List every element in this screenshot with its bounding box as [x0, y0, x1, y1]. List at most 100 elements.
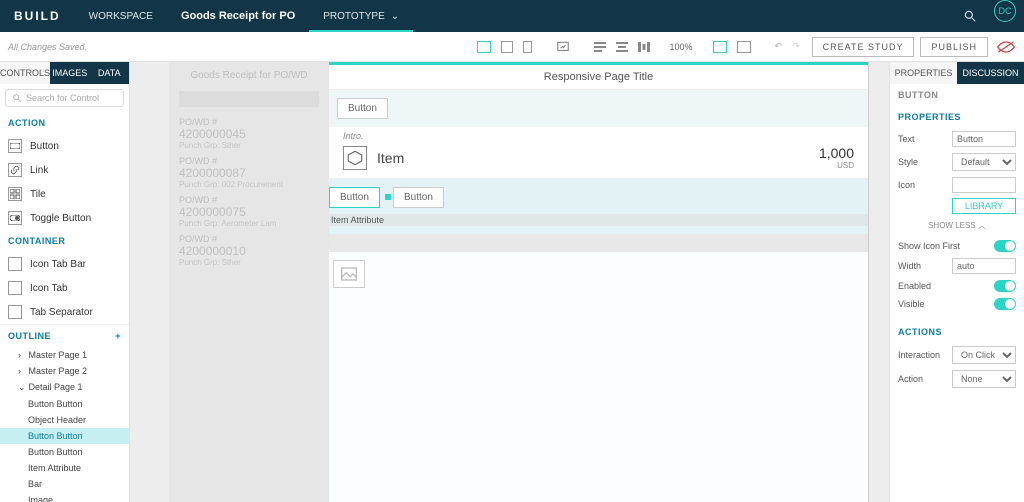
left-tabs: CONTROLS IMAGES DATA	[0, 62, 129, 84]
header-button[interactable]: Button	[337, 98, 388, 119]
expand-icon[interactable]: ⌄	[18, 382, 26, 393]
library-button[interactable]: LIBRARY	[952, 198, 1016, 214]
expand-icon[interactable]: ›	[18, 350, 26, 360]
chevron-down-icon: ⌄	[391, 11, 399, 22]
control-toggle[interactable]: Toggle Button	[0, 206, 129, 230]
expand-icon[interactable]: ›	[18, 366, 26, 376]
align-dist-icon[interactable]	[638, 42, 650, 52]
visible-toggle[interactable]	[994, 298, 1016, 310]
prop-label: Action	[898, 374, 946, 384]
control-icontab[interactable]: Icon Tab	[0, 276, 129, 300]
object-value: 1,000	[819, 145, 854, 161]
zoom-level[interactable]: 100%	[670, 42, 693, 52]
prop-label: Text	[898, 134, 946, 144]
object-header[interactable]: Item 1,000 USD	[329, 127, 868, 179]
button-2[interactable]: Button	[393, 187, 444, 208]
bar-control[interactable]	[329, 234, 868, 252]
tab-data[interactable]: DATA	[90, 62, 130, 84]
showicon-toggle[interactable]	[994, 240, 1016, 252]
project-title: Goods Receipt for PO	[167, 0, 309, 32]
tab-properties[interactable]: PROPERTIES	[890, 62, 957, 84]
control-tile[interactable]: Tile	[0, 182, 129, 206]
preview-icon[interactable]	[996, 40, 1016, 54]
tab-controls[interactable]: CONTROLS	[0, 62, 50, 84]
control-label: Toggle Button	[30, 213, 91, 224]
enabled-toggle[interactable]	[994, 280, 1016, 292]
item-attribute[interactable]: Item Attribute	[329, 214, 868, 226]
workspace-tab[interactable]: WORKSPACE	[75, 0, 167, 32]
control-icontabbar[interactable]: Icon Tab Bar	[0, 252, 129, 276]
master-page-ghost: Goods Receipt for PO/WD PO/WD #420000004…	[169, 62, 329, 502]
redo-icon[interactable]: ↷	[792, 41, 800, 52]
outline-node[interactable]: ⌄ Detail Page 1	[0, 379, 129, 396]
action-select[interactable]: None	[952, 370, 1016, 388]
right-tabs: PROPERTIES DISCUSSION	[890, 62, 1024, 84]
detail-page: Responsive Page Title Button Intro. Item…	[329, 62, 868, 502]
publish-button[interactable]: PUBLISH	[920, 37, 988, 57]
app-logo[interactable]: BUILD	[0, 0, 75, 32]
outline-node[interactable]: Button Button	[0, 428, 129, 444]
canvas[interactable]: Goods Receipt for PO/WD PO/WD #420000004…	[130, 62, 889, 502]
outline-node[interactable]: Object Header	[0, 412, 129, 428]
edit-group	[556, 40, 570, 54]
section-action: ACTION	[0, 112, 129, 134]
prototype-tab[interactable]: PROTOTYPE ⌄	[309, 0, 413, 32]
control-link[interactable]: Link	[0, 158, 129, 182]
prop-label: Enabled	[898, 281, 988, 291]
sub-toolbar: Button	[329, 90, 868, 127]
outline-node[interactable]: Image	[0, 492, 129, 502]
outline-title: OUTLINE	[8, 331, 51, 341]
outline-node[interactable]: Button Button	[0, 396, 129, 412]
outline-node[interactable]: › Master Page 2	[0, 363, 129, 379]
desktop-icon[interactable]	[477, 41, 491, 53]
phone-icon[interactable]	[523, 41, 532, 53]
outline-node[interactable]: Item Attribute	[0, 460, 129, 476]
outline-node[interactable]: Button Button	[0, 444, 129, 460]
align-left-icon[interactable]	[594, 42, 606, 52]
history-group: ↶ ↷	[775, 41, 800, 52]
align-center-icon[interactable]	[616, 42, 628, 52]
tab-discussion[interactable]: DISCUSSION	[957, 62, 1024, 84]
control-button[interactable]: Button	[0, 134, 129, 158]
ghost-list-item: PO/WD #4200000087Punch Grp: 002 Procurem…	[179, 156, 319, 189]
split-right-icon[interactable]	[737, 41, 751, 53]
outline-node[interactable]: › Master Page 1	[0, 347, 129, 363]
link-icon	[8, 163, 22, 177]
add-icon[interactable]: +	[115, 331, 121, 341]
prop-label: Icon	[898, 180, 946, 190]
intro-text[interactable]: Intro.	[343, 131, 364, 141]
control-label: Tab Separator	[30, 307, 93, 318]
prop-width: Width	[890, 255, 1024, 277]
button-selected[interactable]: Button	[329, 187, 380, 208]
tablet-icon[interactable]	[501, 41, 513, 53]
control-tabsep[interactable]: Tab Separator	[0, 300, 129, 324]
split-left-icon[interactable]	[713, 41, 727, 53]
sep-icon	[8, 305, 22, 319]
control-label: Button	[30, 141, 59, 152]
image-placeholder[interactable]	[333, 260, 365, 288]
selection-handle-icon[interactable]	[385, 194, 391, 200]
section-container: CONTAINER	[0, 230, 129, 252]
control-search[interactable]: Search for Control	[5, 89, 124, 107]
tab-images[interactable]: IMAGES	[50, 62, 90, 84]
tabbar-icon	[8, 257, 22, 271]
show-less-button[interactable]: SHOW LESS ︿	[890, 214, 1024, 237]
interaction-select[interactable]: On Click	[952, 346, 1016, 364]
outline-node[interactable]: Bar	[0, 476, 129, 492]
text-input[interactable]	[952, 131, 1016, 147]
style-select[interactable]: Default	[952, 153, 1016, 171]
layout-group	[713, 41, 751, 53]
search-icon[interactable]	[954, 0, 986, 32]
align-group	[594, 42, 650, 52]
page-title[interactable]: Responsive Page Title	[329, 65, 868, 90]
device-group	[477, 41, 532, 53]
prop-text: Text	[890, 128, 1024, 150]
prop-label: Show Icon First	[898, 241, 988, 251]
undo-icon[interactable]: ↶	[775, 41, 783, 52]
create-study-button[interactable]: CREATE STUDY	[812, 37, 915, 57]
width-input[interactable]	[952, 258, 1016, 274]
prop-interaction: InteractionOn Click	[890, 343, 1024, 367]
user-avatar[interactable]: DC	[994, 0, 1016, 22]
edit-icon[interactable]	[556, 40, 570, 54]
icon-input[interactable]	[952, 177, 1016, 193]
